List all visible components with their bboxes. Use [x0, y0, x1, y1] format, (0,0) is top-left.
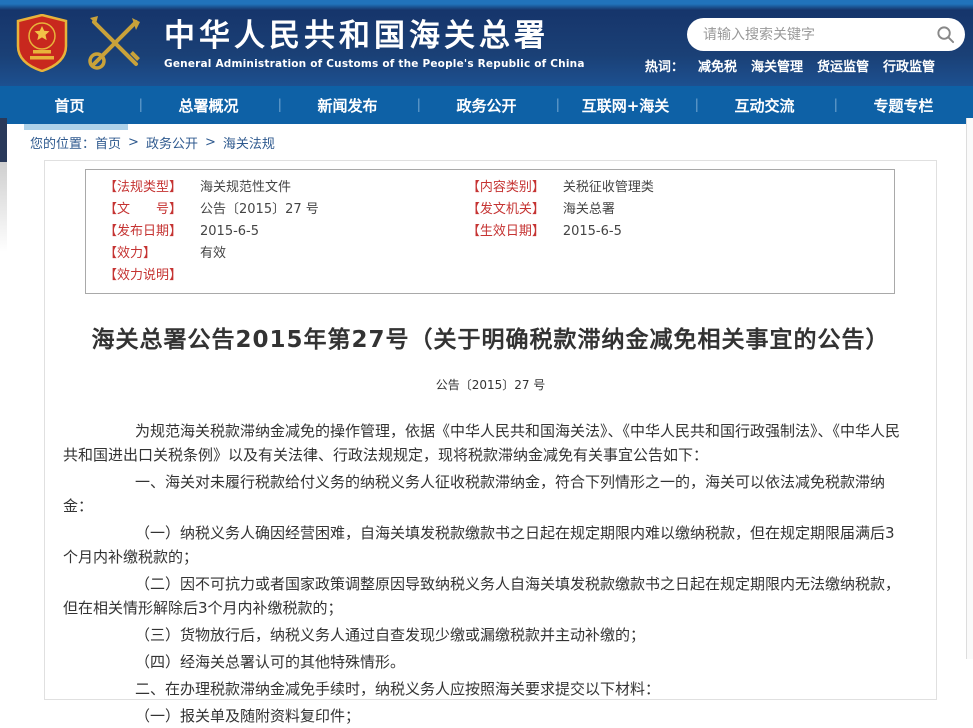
meta-value: 2015-6-5	[200, 221, 259, 243]
paragraph: （二）因不可抗力或者国家政策调整原因导致纳税义务人自海关填发税款缴款书之日起在规…	[63, 572, 906, 620]
breadcrumb-separator: >	[128, 135, 139, 150]
document-title: 海关总署公告2015年第27号（关于明确税款滞纳金减免相关事宜的公告）	[45, 320, 936, 354]
meta-label: 【效力说明】	[104, 265, 200, 287]
main-nav: 首页 | 总署概况 | 新闻发布 | 政务公开 | 互联网+海关 | 互动交流 …	[0, 86, 973, 124]
paragraph: （四）经海关总署认可的其他特殊情形。	[63, 650, 906, 674]
nav-item-label: 政务公开	[456, 95, 516, 116]
meta-row-content-category: 【内容类别】 关税征收管理类	[467, 177, 876, 199]
meta-row-law-type: 【法规类型】 海关规范性文件	[104, 177, 467, 199]
meta-row-publish-date: 【发布日期】 2015-6-5	[104, 221, 467, 243]
meta-label: 【文 号】	[104, 199, 200, 221]
nav-item-special-topics[interactable]: 专题专栏	[834, 86, 973, 124]
nav-item-label: 互动交流	[734, 95, 794, 116]
hot-word-link[interactable]: 货运监管	[817, 56, 869, 75]
meta-row-doc-number: 【文 号】 公告〔2015〕27 号	[104, 199, 467, 221]
customs-key-icon	[82, 10, 148, 76]
law-meta-box: 【法规类型】 海关规范性文件 【文 号】 公告〔2015〕27 号 【发布日期】…	[85, 169, 895, 294]
nav-item-gov-affairs[interactable]: 政务公开 |	[417, 86, 556, 124]
meta-value: 有效	[200, 243, 226, 265]
document-body: 为规范海关税款滞纳金减免的操作管理，依据《中华人民共和国海关法》、《中华人民共和…	[45, 419, 936, 728]
meta-row-validity: 【效力】 有效	[104, 243, 467, 265]
paragraph: （一）报关单及随附资料复印件；	[63, 704, 906, 728]
nav-item-label: 互联网+海关	[582, 95, 670, 116]
meta-label: 【发布日期】	[104, 221, 200, 243]
meta-value: 海关规范性文件	[200, 177, 291, 199]
national-emblem-icon	[16, 14, 68, 72]
breadcrumb: 您的位置： 首页 > 政务公开 > 海关法规	[0, 124, 973, 160]
meta-column-left: 【法规类型】 海关规范性文件 【文 号】 公告〔2015〕27 号 【发布日期】…	[104, 177, 467, 287]
meta-column-right: 【内容类别】 关税征收管理类 【发文机关】 海关总署 【生效日期】 2015-6…	[467, 177, 876, 287]
active-tab-indicator	[24, 124, 128, 130]
hot-words-label: 热词：	[645, 56, 684, 75]
search-icon[interactable]	[936, 25, 955, 44]
search-box	[687, 18, 965, 51]
paragraph: 为规范海关税款滞纳金减免的操作管理，依据《中华人民共和国海关法》、《中华人民共和…	[63, 419, 906, 467]
hot-words: 热词： 减免税 海关管理 货运监管 行政监管	[645, 56, 935, 75]
paragraph: 一、海关对未履行税款给付义务的纳税义务人征收税款滞纳金，符合下列情形之一的，海关…	[63, 470, 906, 518]
nav-item-home[interactable]: 首页 |	[0, 86, 139, 124]
nav-item-overview[interactable]: 总署概况 |	[139, 86, 278, 124]
nav-item-label: 新闻发布	[317, 95, 377, 116]
site-header: 中华人民共和国海关总署 General Administration of Cu…	[0, 0, 973, 86]
meta-row-validity-note: 【效力说明】	[104, 265, 467, 287]
paragraph: （三）货物放行后，纳税义务人通过自查发现少缴或漏缴税款并主动补缴的；	[63, 623, 906, 647]
meta-row-issuing-agency: 【发文机关】 海关总署	[467, 199, 876, 221]
meta-value: 关税征收管理类	[563, 177, 654, 199]
nav-item-interaction[interactable]: 互动交流 |	[695, 86, 834, 124]
nav-item-label: 总署概况	[178, 95, 238, 116]
document-number: 公告〔2015〕27 号	[45, 376, 936, 393]
hot-word-link[interactable]: 减免税	[698, 56, 737, 75]
meta-label: 【法规类型】	[104, 177, 200, 199]
breadcrumb-gov-affairs[interactable]: 政务公开	[146, 133, 198, 152]
meta-label: 【效力】	[104, 243, 200, 265]
meta-label: 【内容类别】	[467, 177, 563, 199]
nav-item-news[interactable]: 新闻发布 |	[278, 86, 417, 124]
window-left-edge-fade	[0, 162, 7, 252]
search-input[interactable]	[687, 18, 965, 51]
brand: 中华人民共和国海关总署 General Administration of Cu…	[16, 10, 585, 76]
site-subtitle: General Administration of Customs of the…	[164, 58, 585, 70]
paragraph: 二、在办理税款滞纳金减免手续时，纳税义务人应按照海关要求提交以下材料：	[63, 677, 906, 701]
meta-value: 海关总署	[563, 199, 615, 221]
meta-label: 【生效日期】	[467, 221, 563, 243]
site-title: 中华人民共和国海关总署	[164, 17, 585, 55]
meta-value: 2015-6-5	[563, 221, 622, 243]
breadcrumb-separator: >	[205, 135, 216, 150]
meta-value: 公告〔2015〕27 号	[200, 199, 319, 221]
paragraph: （一）纳税义务人确因经营困难，自海关填发税款缴款书之日起在规定期限内难以缴纳税款…	[63, 521, 906, 569]
nav-item-label: 首页	[54, 95, 84, 116]
meta-label: 【发文机关】	[467, 199, 563, 221]
breadcrumb-home[interactable]: 首页	[95, 133, 121, 152]
hot-word-link[interactable]: 海关管理	[751, 56, 803, 75]
window-left-edge	[0, 118, 7, 162]
content-panel: 【法规类型】 海关规范性文件 【文 号】 公告〔2015〕27 号 【发布日期】…	[44, 160, 937, 700]
scrollbar-track[interactable]	[966, 118, 973, 659]
breadcrumb-prefix: 您的位置：	[30, 133, 95, 152]
breadcrumb-customs-laws[interactable]: 海关法规	[223, 133, 275, 152]
nav-item-internet-customs[interactable]: 互联网+海关 |	[556, 86, 695, 124]
hot-word-link[interactable]: 行政监管	[883, 56, 935, 75]
meta-row-effective-date: 【生效日期】 2015-6-5	[467, 221, 876, 243]
nav-item-label: 专题专栏	[873, 95, 933, 116]
